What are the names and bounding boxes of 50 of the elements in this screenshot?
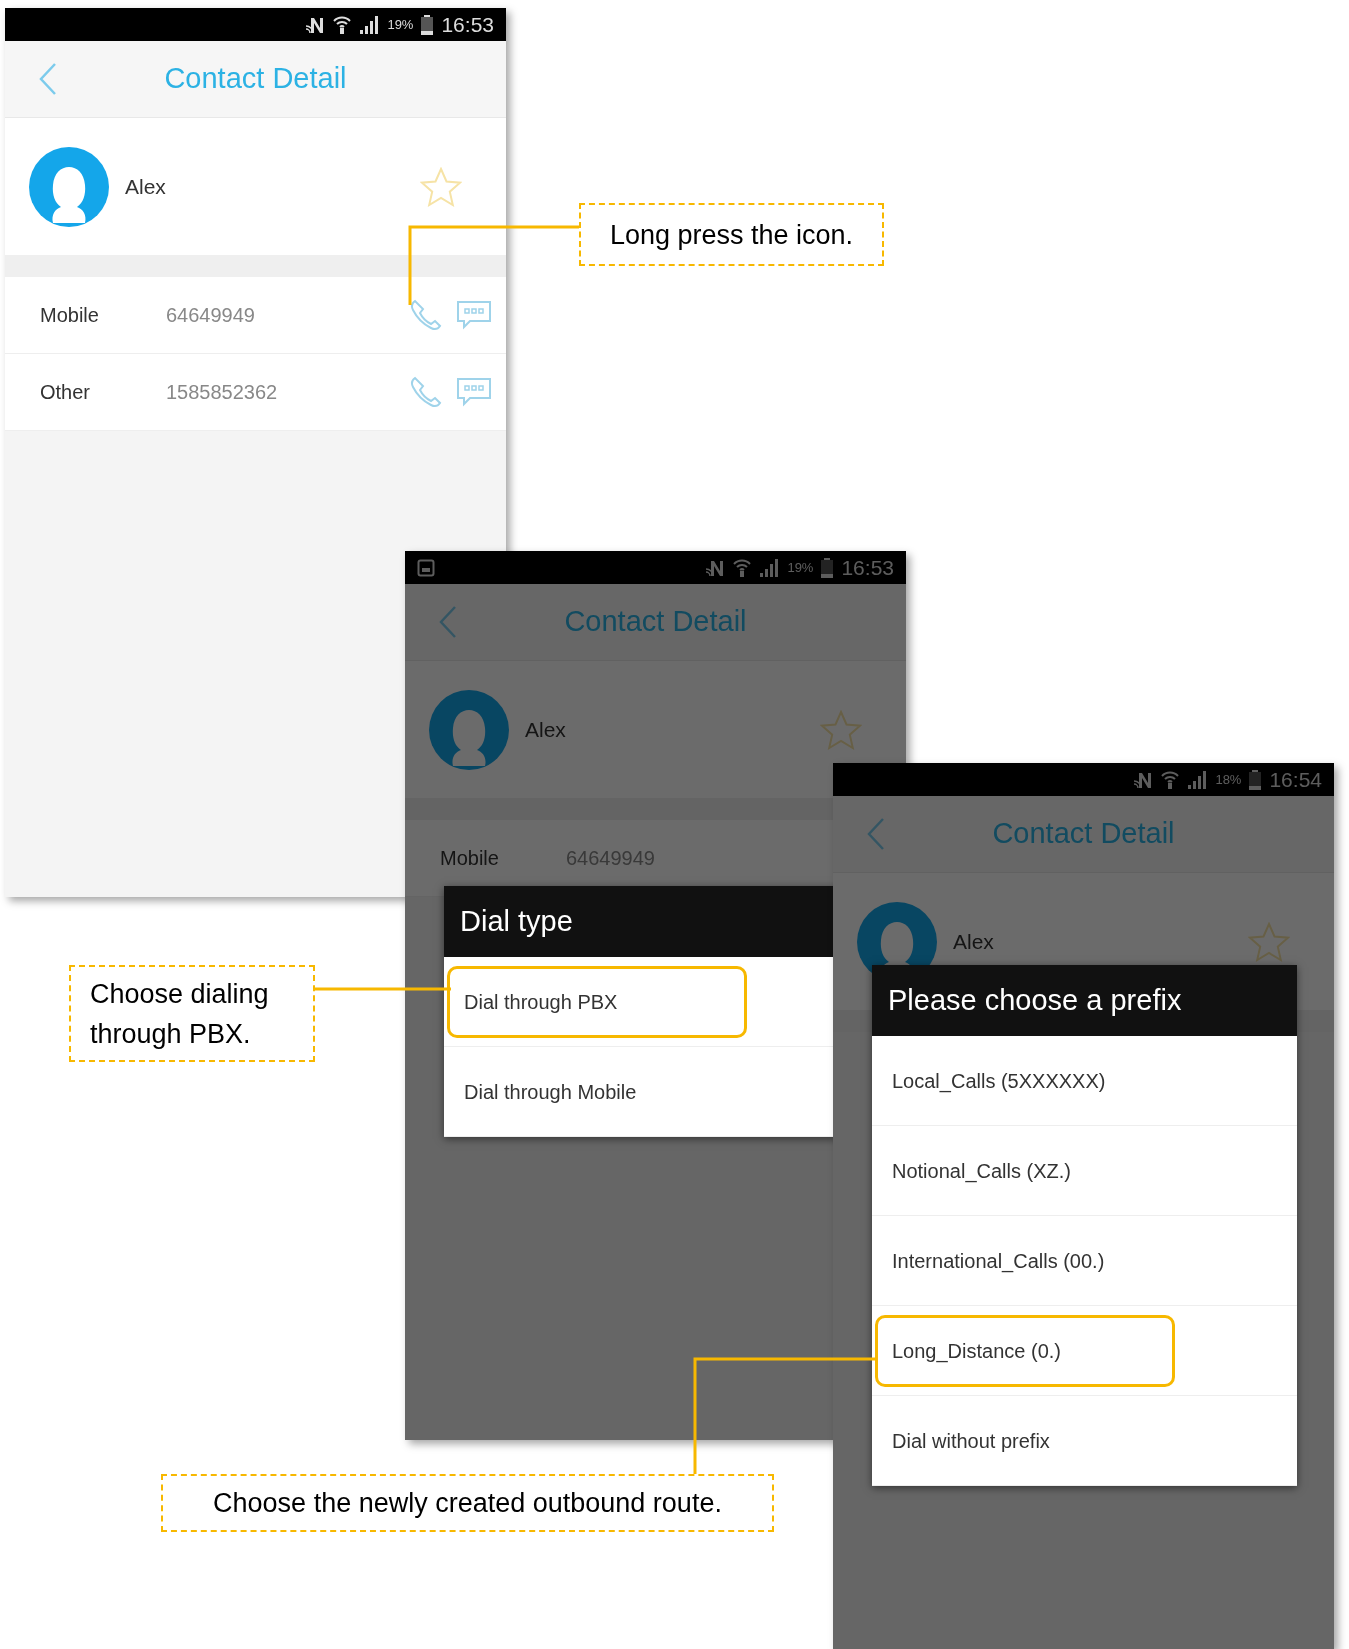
dialog-option[interactable]: Local_Calls (5XXXXXX) [875, 1044, 1175, 1117]
dialog-option[interactable]: Long_Distance (0.) [875, 1314, 1175, 1387]
battery-level: 19% [787, 558, 814, 577]
battery-icon [821, 557, 834, 578]
back-icon[interactable] [439, 605, 457, 639]
notification-icon [417, 558, 435, 577]
battery-icon [1249, 769, 1262, 790]
signal-icon [759, 558, 780, 577]
battery-level: 18% [1215, 770, 1242, 789]
message-icon[interactable] [456, 300, 492, 330]
dialog-option[interactable]: Dial without prefix [875, 1404, 1175, 1477]
callout-text: Long press the icon. [579, 203, 884, 266]
avatar-icon [427, 689, 511, 770]
status-time: 16:53 [441, 11, 494, 38]
screen-title: Contact Detail [991, 816, 1176, 852]
number-label: Mobile [440, 846, 500, 871]
screen-title: Contact Detail [563, 604, 748, 640]
screen-title: Contact Detail [163, 61, 348, 97]
status-time: 16:53 [841, 554, 894, 581]
message-icon[interactable] [456, 377, 492, 407]
signal-icon [1187, 770, 1208, 789]
wifi-icon [333, 14, 352, 35]
back-icon[interactable] [39, 62, 57, 96]
signal-icon [359, 15, 380, 34]
callout-text: Choose dialing through PBX. [69, 965, 315, 1062]
back-icon[interactable] [867, 817, 885, 851]
phone-icon[interactable] [408, 375, 442, 409]
phone-icon[interactable] [408, 298, 442, 332]
battery-level: 19% [387, 15, 414, 34]
avatar-icon [27, 146, 111, 227]
star-icon[interactable] [820, 709, 862, 750]
dialog-option[interactable]: Dial through Mobile [447, 1055, 747, 1128]
dialog-option[interactable]: Notional_Calls (XZ.) [875, 1134, 1175, 1207]
number-label: Other [40, 380, 92, 405]
dialog-option[interactable]: International_Calls (00.) [875, 1224, 1175, 1297]
contact-name: Alex [125, 173, 167, 200]
wifi-icon [1161, 769, 1180, 790]
dialog-option[interactable]: Dial through PBX [447, 965, 747, 1038]
star-icon[interactable] [1248, 921, 1290, 962]
phone-number: 1585852362 [166, 380, 279, 405]
callout-text: Choose the newly created outbound route. [161, 1474, 774, 1532]
status-time: 16:54 [1269, 766, 1322, 793]
number-label: Mobile [40, 303, 100, 328]
battery-icon [421, 14, 434, 35]
dialog-title: Please choose a prefix [872, 965, 1297, 1036]
contact-name: Alex [525, 716, 567, 743]
phone-number: 64649949 [166, 303, 256, 328]
star-icon[interactable] [420, 166, 462, 207]
contact-name: Alex [953, 928, 995, 955]
wifi-icon [733, 557, 752, 578]
